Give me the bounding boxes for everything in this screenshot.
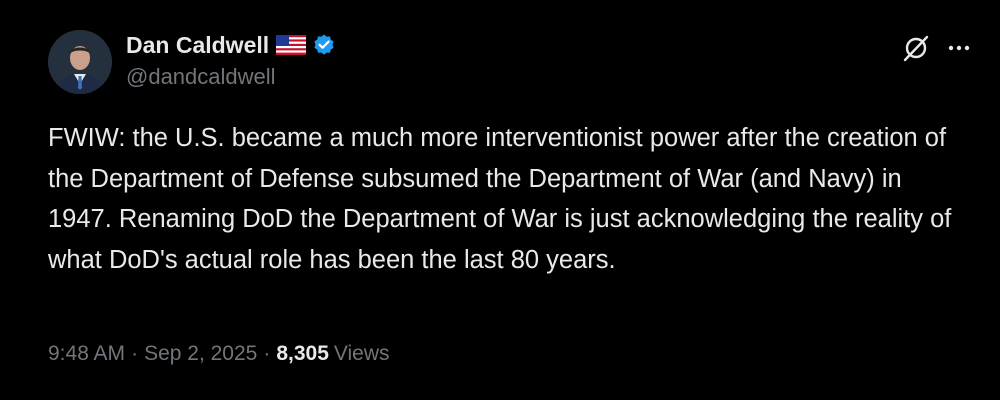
grok-icon[interactable] — [901, 33, 931, 63]
tweet-metadata: 9:48 AM · Sep 2, 2025 · 8,305 Views — [48, 342, 390, 366]
more-options-icon[interactable] — [945, 35, 973, 61]
us-flag-icon — [276, 35, 307, 55]
tweet-time[interactable]: 9:48 AM — [48, 342, 125, 366]
meta-separator: · — [131, 342, 139, 365]
author-handle[interactable]: @dandcaldwell — [126, 64, 276, 90]
name-row: Dan Caldwell — [126, 30, 336, 60]
tweet-card: Dan Caldwell @dandcaldwell FWIW: the U.S… — [0, 0, 1000, 400]
meta-separator: · — [263, 342, 271, 365]
verified-badge-icon[interactable] — [312, 33, 336, 57]
views-count[interactable]: 8,305 — [276, 342, 329, 366]
avatar[interactable] — [48, 30, 112, 94]
tweet-text: FWIW: the U.S. became a much more interv… — [48, 124, 952, 274]
display-name[interactable]: Dan Caldwell — [126, 32, 269, 59]
tweet-date[interactable]: Sep 2, 2025 — [144, 342, 257, 366]
views-label: Views — [333, 342, 390, 365]
